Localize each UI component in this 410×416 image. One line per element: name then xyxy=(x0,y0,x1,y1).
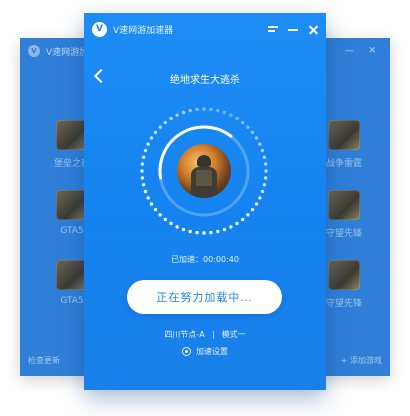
game-label: 守望先锋 xyxy=(325,229,362,239)
game-title: 绝地求生大逃杀 xyxy=(170,74,240,86)
ring-dot xyxy=(240,120,245,125)
minimize-icon[interactable] xyxy=(288,24,298,34)
ring-dot xyxy=(141,183,146,187)
app-title: V速网游加速器 xyxy=(113,25,174,36)
ring-dot xyxy=(141,155,146,159)
elapsed-label: 已加速： xyxy=(171,255,204,264)
settings-label: 加速设置 xyxy=(196,347,228,356)
ring-dot xyxy=(149,136,154,140)
ring-dot xyxy=(202,107,206,111)
game-avatar xyxy=(177,144,231,198)
mode-selector[interactable]: 模式一 xyxy=(222,329,246,340)
game-label: 战争雷霆 xyxy=(325,159,362,169)
ring-dot xyxy=(260,148,265,153)
ring-dot xyxy=(158,213,162,217)
ring-dot xyxy=(216,229,220,234)
ring-dot xyxy=(146,142,150,146)
ring-dot xyxy=(143,189,148,194)
ring-dot xyxy=(181,227,186,232)
ring-dot xyxy=(263,176,268,180)
acceleration-settings-link[interactable]: 加速设置 xyxy=(84,346,326,357)
elapsed-time: 已加速：00:00:40 xyxy=(84,254,326,265)
main-window: V V速网游加速器 绝地求生大逃杀 已加速：00:00:40 正在努力加载中..… xyxy=(84,13,326,390)
ring-dot xyxy=(235,221,239,226)
app-logo-icon: V xyxy=(28,45,40,57)
accelerate-button[interactable]: 正在努力加载中... xyxy=(127,280,282,314)
ring-dot xyxy=(175,113,179,117)
ring-dot xyxy=(149,202,154,206)
ring-dot xyxy=(158,125,162,129)
ring-dot xyxy=(153,207,158,212)
ring-dot xyxy=(143,148,148,153)
ring-dot xyxy=(188,229,192,234)
game-label: GTA5 xyxy=(60,226,84,236)
ring-dot xyxy=(163,217,168,222)
ring-dot xyxy=(262,183,267,187)
node-selector[interactable]: 四川节点-A xyxy=(164,329,204,340)
ring-dot xyxy=(169,116,173,121)
gear-icon xyxy=(182,347,191,356)
ring-dot xyxy=(202,231,206,235)
window-controls xyxy=(268,24,318,34)
game-header: 绝地求生大逃杀 xyxy=(84,65,326,91)
ring-dot xyxy=(254,136,259,140)
ring-dot xyxy=(246,213,250,217)
ring-dot xyxy=(181,110,186,115)
ring-dot xyxy=(169,221,173,226)
node-info: 四川节点-A 模式一 xyxy=(84,329,326,340)
add-game-link[interactable]: + 添加游戏 xyxy=(341,355,382,366)
divider xyxy=(212,330,214,339)
game-thumbnail xyxy=(328,260,360,290)
ring-dot xyxy=(195,230,199,235)
ring-dot xyxy=(216,108,220,113)
ring-dot xyxy=(229,113,233,117)
ring-dot xyxy=(188,108,192,113)
acceleration-ring xyxy=(136,103,272,239)
ring-dot xyxy=(258,142,262,146)
ring-dot xyxy=(222,227,227,232)
ring-dot xyxy=(140,162,145,166)
menu-icon[interactable] xyxy=(268,24,278,34)
ring-dot xyxy=(209,230,213,235)
game-thumbnail xyxy=(328,190,360,220)
ring-dot xyxy=(264,169,268,173)
background-window-controls: — ✕ xyxy=(344,46,382,56)
ring-dot xyxy=(240,217,245,222)
ring-dot xyxy=(250,130,255,135)
ring-dot xyxy=(258,196,262,200)
ring-dot xyxy=(195,107,199,112)
game-label: GTA5 xyxy=(60,296,84,306)
ring-dot xyxy=(263,162,268,166)
ring-dot xyxy=(262,155,267,159)
back-arrow-icon[interactable] xyxy=(93,68,109,84)
app-logo-icon: V xyxy=(92,21,107,37)
ring-dot xyxy=(153,130,158,135)
ring-dot xyxy=(175,225,179,229)
ring-dot xyxy=(222,110,227,115)
ring-dot xyxy=(229,225,233,229)
game-thumbnail xyxy=(328,120,360,150)
close-icon[interactable] xyxy=(308,24,318,34)
titlebar: V V速网游加速器 xyxy=(84,13,326,45)
ring-dot xyxy=(246,125,250,129)
elapsed-value: 00:00:40 xyxy=(203,255,239,264)
ring-dot xyxy=(163,120,168,125)
ring-dot xyxy=(254,202,259,206)
ring-dot xyxy=(209,107,213,112)
check-update-link[interactable]: 检查更新 xyxy=(28,355,60,366)
ring-dot xyxy=(260,189,265,194)
ring-dot xyxy=(250,207,255,212)
ring-dot xyxy=(235,116,239,121)
game-label: 守望先锋 xyxy=(325,299,362,309)
ring-dot xyxy=(140,176,145,180)
ring-dot xyxy=(146,196,150,200)
ring-dot xyxy=(140,169,144,173)
